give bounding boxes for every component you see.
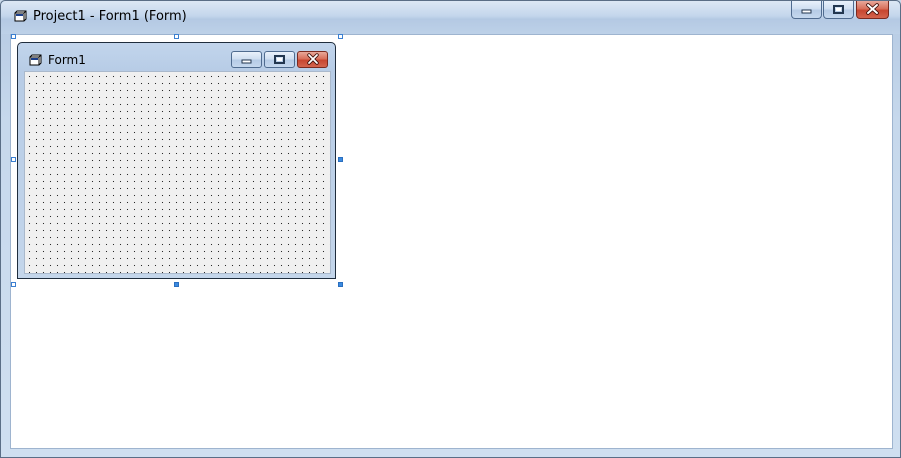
- form1-grid-canvas[interactable]: [24, 71, 331, 274]
- resize-handle-bottom-right[interactable]: [338, 282, 343, 287]
- resize-handle-bottom-left: [11, 282, 16, 287]
- minimize-icon: [241, 59, 252, 64]
- restore-icon: [274, 55, 285, 64]
- form-designer-icon: [29, 54, 42, 66]
- close-icon: [866, 3, 879, 15]
- close-button[interactable]: [856, 1, 889, 19]
- form1-minimize-button[interactable]: [231, 51, 262, 68]
- designer-title-bar[interactable]: Project1 - Form1 (Form): [1, 1, 900, 34]
- close-icon: [307, 53, 319, 65]
- form1-title: Form1: [48, 53, 86, 67]
- form-designer-icon: [14, 10, 27, 22]
- resize-handle-top-right: [338, 34, 343, 39]
- form1-close-button[interactable]: [297, 51, 328, 68]
- resize-handle-right[interactable]: [338, 157, 343, 162]
- resize-handle-left: [11, 157, 16, 162]
- form1-window[interactable]: Form1: [17, 42, 336, 279]
- resize-handle-top-left: [11, 34, 16, 39]
- restore-button[interactable]: [823, 1, 854, 19]
- restore-icon: [833, 5, 844, 14]
- resize-handle-top: [174, 34, 179, 39]
- designer-title: Project1 - Form1 (Form): [33, 9, 187, 24]
- minimize-icon: [801, 9, 812, 14]
- resize-handle-bottom[interactable]: [174, 282, 179, 287]
- form1-restore-button[interactable]: [264, 51, 295, 68]
- minimize-button[interactable]: [791, 1, 822, 19]
